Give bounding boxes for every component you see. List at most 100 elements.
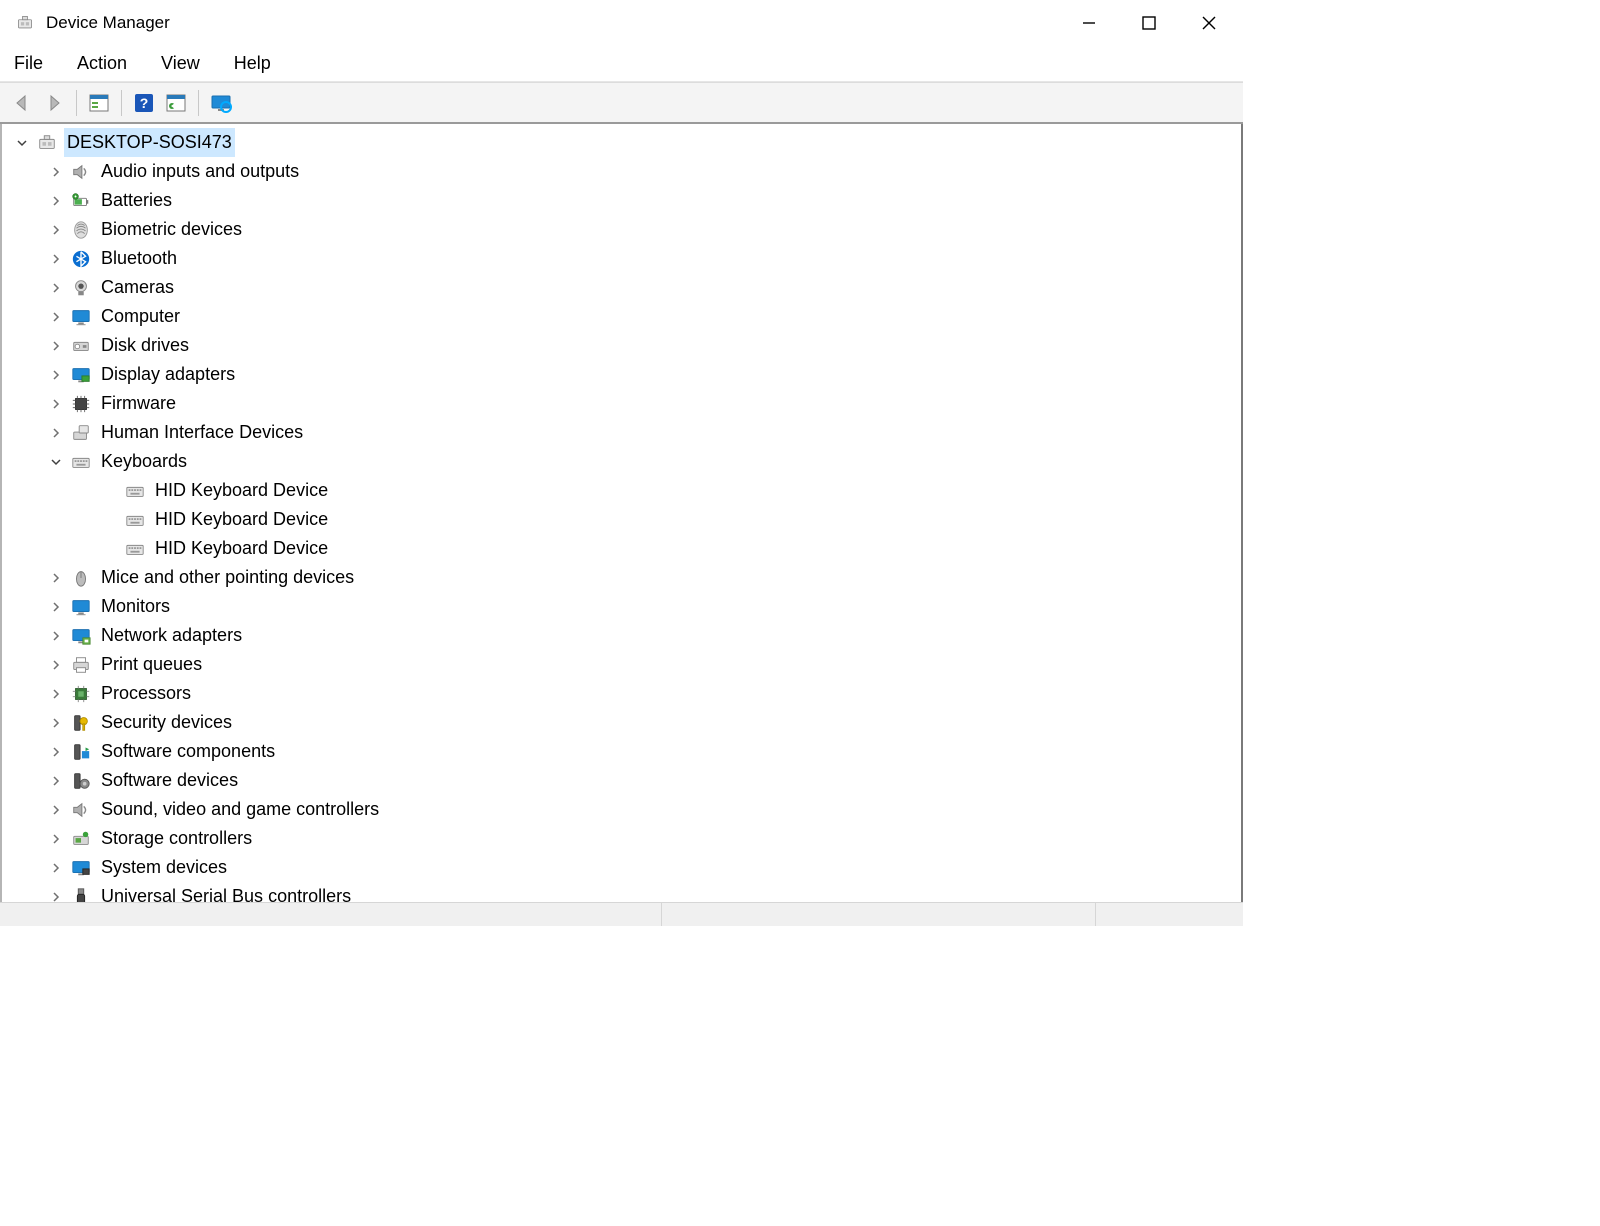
tree-row[interactable]: System devices bbox=[10, 853, 1241, 882]
expander-expanded-icon[interactable] bbox=[46, 452, 66, 472]
tree-row[interactable]: Processors bbox=[10, 679, 1241, 708]
tree-item-label[interactable]: DESKTOP-SOSI473 bbox=[64, 128, 235, 157]
expander-collapsed-icon[interactable] bbox=[46, 336, 66, 356]
expander-collapsed-icon[interactable] bbox=[46, 887, 66, 903]
tree-row[interactable]: Software components bbox=[10, 737, 1241, 766]
tree-row[interactable]: Human Interface Devices bbox=[10, 418, 1241, 447]
tree-row[interactable]: Computer bbox=[10, 302, 1241, 331]
toolbar-monitor-button[interactable] bbox=[207, 89, 235, 117]
menu-help[interactable]: Help bbox=[230, 49, 275, 78]
tree-item-label[interactable]: Universal Serial Bus controllers bbox=[98, 882, 354, 902]
expander-collapsed-icon[interactable] bbox=[46, 568, 66, 588]
minimize-button[interactable] bbox=[1059, 0, 1119, 46]
device-tree[interactable]: DESKTOP-SOSI473Audio inputs and outputsB… bbox=[0, 124, 1243, 902]
tree-item-label[interactable]: Display adapters bbox=[98, 360, 238, 389]
tree-item-label[interactable]: Security devices bbox=[98, 708, 235, 737]
tree-row[interactable]: DESKTOP-SOSI473 bbox=[10, 128, 1241, 157]
expander-collapsed-icon[interactable] bbox=[46, 684, 66, 704]
tree-row[interactable]: Display adapters bbox=[10, 360, 1241, 389]
expander-collapsed-icon[interactable] bbox=[46, 829, 66, 849]
tree-row[interactable]: Firmware bbox=[10, 389, 1241, 418]
expander-collapsed-icon[interactable] bbox=[46, 278, 66, 298]
tree-item-label[interactable]: Keyboards bbox=[98, 447, 190, 476]
expander-collapsed-icon[interactable] bbox=[46, 713, 66, 733]
tree-item-label[interactable]: Firmware bbox=[98, 389, 179, 418]
tree-item-label[interactable]: HID Keyboard Device bbox=[152, 534, 331, 563]
tree-row[interactable]: Universal Serial Bus controllers bbox=[10, 882, 1241, 902]
tree-item-label[interactable]: HID Keyboard Device bbox=[152, 505, 331, 534]
expander-collapsed-icon[interactable] bbox=[46, 162, 66, 182]
tree-row[interactable]: Audio inputs and outputs bbox=[10, 157, 1241, 186]
tree-item-label[interactable]: Audio inputs and outputs bbox=[98, 157, 302, 186]
tree-item-label[interactable]: Processors bbox=[98, 679, 194, 708]
tree-item-label[interactable]: Print queues bbox=[98, 650, 205, 679]
tree-row[interactable]: HID Keyboard Device bbox=[10, 534, 1241, 563]
expander-collapsed-icon[interactable] bbox=[46, 307, 66, 327]
tree-item-label[interactable]: Storage controllers bbox=[98, 824, 255, 853]
expander-collapsed-icon[interactable] bbox=[46, 365, 66, 385]
tree-row[interactable]: Mice and other pointing devices bbox=[10, 563, 1241, 592]
tree-row[interactable]: HID Keyboard Device bbox=[10, 476, 1241, 505]
tree-row[interactable]: Storage controllers bbox=[10, 824, 1241, 853]
tree-item-label[interactable]: System devices bbox=[98, 853, 230, 882]
expander-collapsed-icon[interactable] bbox=[46, 858, 66, 878]
storage-icon bbox=[70, 828, 92, 850]
expander-collapsed-icon[interactable] bbox=[46, 394, 66, 414]
expander-collapsed-icon[interactable] bbox=[46, 220, 66, 240]
tree-row[interactable]: Sound, video and game controllers bbox=[10, 795, 1241, 824]
tree-item-label[interactable]: Cameras bbox=[98, 273, 177, 302]
tree-item-label[interactable]: Network adapters bbox=[98, 621, 245, 650]
window-title: Device Manager bbox=[46, 13, 170, 33]
tree-row[interactable]: Disk drives bbox=[10, 331, 1241, 360]
menu-action[interactable]: Action bbox=[73, 49, 131, 78]
expander-collapsed-icon[interactable] bbox=[46, 423, 66, 443]
tree-row[interactable]: Monitors bbox=[10, 592, 1241, 621]
expander-collapsed-icon[interactable] bbox=[46, 742, 66, 762]
expander-collapsed-icon[interactable] bbox=[46, 191, 66, 211]
maximize-button[interactable] bbox=[1119, 0, 1179, 46]
menu-file[interactable]: File bbox=[10, 49, 47, 78]
tree-row[interactable]: Security devices bbox=[10, 708, 1241, 737]
tree-row[interactable]: Print queues bbox=[10, 650, 1241, 679]
camera-icon bbox=[70, 277, 92, 299]
tree-item-label[interactable]: Sound, video and game controllers bbox=[98, 795, 382, 824]
tree-item-label[interactable]: Biometric devices bbox=[98, 215, 245, 244]
toolbar-help-button[interactable]: ? bbox=[130, 89, 158, 117]
tree-row[interactable]: Batteries bbox=[10, 186, 1241, 215]
toolbar-properties-button[interactable] bbox=[85, 89, 113, 117]
keyboard-icon bbox=[124, 538, 146, 560]
tree-row[interactable]: Bluetooth bbox=[10, 244, 1241, 273]
scan-icon bbox=[165, 92, 187, 114]
close-button[interactable] bbox=[1179, 0, 1239, 46]
expander-collapsed-icon[interactable] bbox=[46, 800, 66, 820]
tree-item-label[interactable]: HID Keyboard Device bbox=[152, 476, 331, 505]
tree-item-label[interactable]: Software components bbox=[98, 737, 278, 766]
expander-collapsed-icon[interactable] bbox=[46, 771, 66, 791]
toolbar-forward-button[interactable] bbox=[40, 89, 68, 117]
tree-item-label[interactable]: Bluetooth bbox=[98, 244, 180, 273]
tree-row[interactable]: Keyboards bbox=[10, 447, 1241, 476]
tree-row[interactable]: Network adapters bbox=[10, 621, 1241, 650]
svg-text:?: ? bbox=[140, 95, 149, 111]
expander-collapsed-icon[interactable] bbox=[46, 249, 66, 269]
tree-row[interactable]: Software devices bbox=[10, 766, 1241, 795]
tree-item-label[interactable]: Disk drives bbox=[98, 331, 192, 360]
tree-item-label[interactable]: Computer bbox=[98, 302, 183, 331]
expander-collapsed-icon[interactable] bbox=[46, 626, 66, 646]
expander-collapsed-icon[interactable] bbox=[46, 655, 66, 675]
expander-collapsed-icon[interactable] bbox=[46, 597, 66, 617]
toolbar-back-button[interactable] bbox=[8, 89, 36, 117]
tree-row[interactable]: Cameras bbox=[10, 273, 1241, 302]
tree-row[interactable]: Biometric devices bbox=[10, 215, 1241, 244]
tree-item-label[interactable]: Human Interface Devices bbox=[98, 418, 306, 447]
title-bar[interactable]: Device Manager bbox=[0, 0, 1243, 46]
toolbar-scan-button[interactable] bbox=[162, 89, 190, 117]
tree-item-label[interactable]: Software devices bbox=[98, 766, 241, 795]
tree-item-label[interactable]: Monitors bbox=[98, 592, 173, 621]
tree-row[interactable]: HID Keyboard Device bbox=[10, 505, 1241, 534]
tree-item-label[interactable]: Batteries bbox=[98, 186, 175, 215]
fingerprint-icon bbox=[70, 219, 92, 241]
menu-view[interactable]: View bbox=[157, 49, 204, 78]
tree-item-label[interactable]: Mice and other pointing devices bbox=[98, 563, 357, 592]
expander-expanded-icon[interactable] bbox=[12, 133, 32, 153]
